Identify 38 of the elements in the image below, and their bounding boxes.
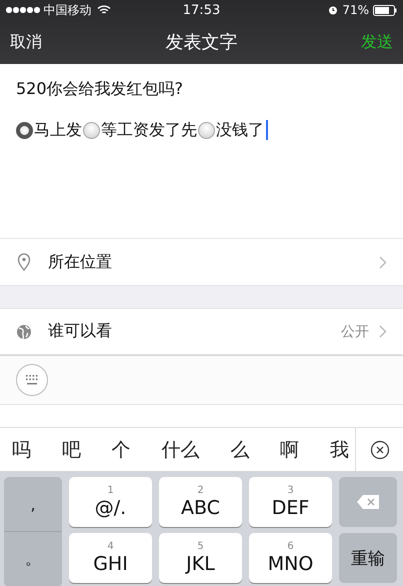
backspace-icon <box>356 494 380 510</box>
candidate-word[interactable]: 我 <box>330 436 349 462</box>
send-button[interactable]: 发送 <box>361 28 393 56</box>
location-pin-icon <box>16 253 32 271</box>
keyboard-toggle-button[interactable] <box>16 364 48 396</box>
keyboard-icon <box>24 374 40 386</box>
cancel-button[interactable]: 取消 <box>10 28 42 56</box>
carrier-name: 中国移动 <box>44 2 92 18</box>
keyboard-key[interactable]: 2 ABC <box>159 477 242 527</box>
keyboard-key[interactable]: 1 @/. <box>69 477 152 527</box>
visibility-row[interactable]: 谁可以看 公开 <box>0 308 403 355</box>
alarm-icon <box>328 5 338 15</box>
radio-button[interactable] <box>16 122 33 138</box>
chevron-icon <box>379 256 387 268</box>
keyboard-key[interactable]: 4 GHI <box>69 533 152 583</box>
radio-button[interactable] <box>83 122 100 138</box>
retype-key[interactable]: 重输 <box>339 533 397 583</box>
keyboard-key[interactable]: 6 MNO <box>249 533 332 583</box>
candidate-word[interactable]: 吗 <box>12 436 31 462</box>
globe-icon <box>16 324 32 340</box>
keyboard-key[interactable]: 5 JKL <box>159 533 242 583</box>
status-time: 17:53 <box>182 2 220 18</box>
radio-button[interactable] <box>198 122 215 138</box>
candidate-word[interactable]: 吧 <box>62 436 81 462</box>
close-icon <box>370 440 390 460</box>
signal-icon <box>6 7 40 13</box>
candidate-word[interactable]: 啊 <box>280 436 300 462</box>
punctuation-key[interactable]: , <box>4 477 62 532</box>
wifi-icon <box>96 5 110 15</box>
keyboard-key[interactable]: 3 DEF <box>249 477 332 527</box>
battery-percent: 71% <box>342 3 369 17</box>
battery-icon <box>373 4 397 16</box>
candidate-word[interactable]: 么 <box>230 436 250 462</box>
candidate-word[interactable]: 个 <box>112 436 131 462</box>
punctuation-key[interactable]: 。 <box>4 532 62 586</box>
chevron-icon <box>379 325 387 338</box>
candidate-word[interactable]: 什么 <box>161 436 200 462</box>
page-title: 发表文字 <box>166 31 238 54</box>
